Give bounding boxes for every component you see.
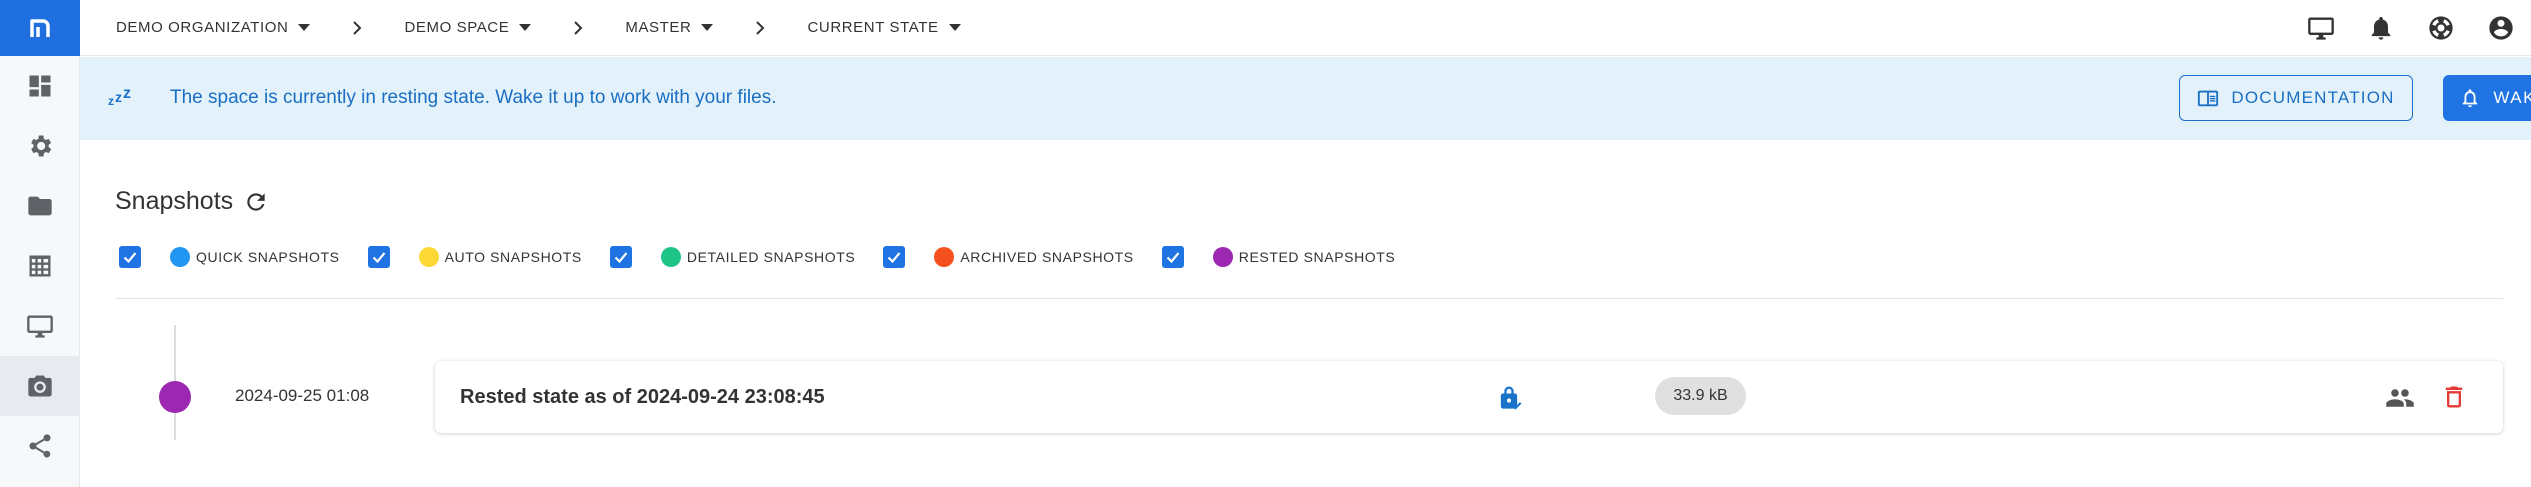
people-icon [2386, 389, 2414, 407]
table-icon [29, 255, 51, 277]
filter-label: ARCHIVED SNAPSHOTS [960, 249, 1134, 265]
share-users-button[interactable] [2385, 383, 2415, 413]
delete-button[interactable] [2440, 383, 2468, 411]
documentation-label: DOCUMENTATION [2231, 88, 2395, 107]
sidebar-item-dashboard[interactable] [0, 56, 80, 116]
documentation-button[interactable]: DOCUMENTATION [2179, 75, 2413, 121]
snapshot-date: 2024-09-25 01:08 [235, 386, 370, 405]
sidebar-item-snapshots[interactable] [0, 356, 80, 416]
folder-icon [28, 196, 52, 216]
notifications-button[interactable] [2351, 0, 2411, 56]
breadcrumb-label: CURRENT STATE [807, 19, 939, 36]
bell-outline-icon [2463, 89, 2478, 108]
share-icon [29, 434, 51, 458]
snapshot-card[interactable]: Rested state as of 2024-09-24 23:08:45 3… [435, 361, 2503, 433]
filter-label: DETAILED SNAPSHOTS [686, 249, 856, 265]
snapshot-filters: QUICK SNAPSHOTS AUTO SNAPSHOTS DETAILED … [119, 243, 1423, 271]
dashboard-icon [29, 75, 51, 97]
support-icon [2429, 16, 2453, 40]
breadcrumb-label: DEMO ORGANIZATION [116, 19, 289, 36]
check-icon [888, 252, 901, 264]
checkbox[interactable] [119, 246, 141, 268]
checkbox[interactable] [609, 246, 632, 268]
resting-state-banner: zzz The space is currently in resting st… [80, 57, 2531, 140]
chevron-right-icon [753, 20, 767, 35]
sidebar-item-files[interactable] [0, 176, 80, 236]
app-logo[interactable] [0, 0, 80, 56]
monitor-icon [2308, 17, 2334, 40]
caret-down-icon [948, 24, 961, 31]
refresh-icon[interactable] [243, 189, 269, 215]
settings-icon [31, 135, 52, 157]
breadcrumb-space[interactable]: DEMO SPACE [404, 19, 532, 36]
sidebar-item-settings[interactable] [0, 116, 80, 176]
breadcrumb-label: DEMO SPACE [404, 19, 510, 36]
camera-icon [28, 375, 52, 397]
workspace-button[interactable] [2291, 0, 2351, 56]
page-title: Snapshots [115, 187, 234, 215]
banner-message: The space is currently in resting state.… [170, 87, 777, 108]
checkbox[interactable] [1161, 246, 1184, 268]
detailed-dot [660, 247, 681, 267]
filter-quick[interactable]: QUICK SNAPSHOTS [119, 246, 340, 268]
filter-detailed[interactable]: DETAILED SNAPSHOTS [609, 246, 856, 268]
account-button[interactable] [2471, 0, 2531, 56]
wake-up-label: WAKE UP [2493, 88, 2531, 107]
sidebar-item-tables[interactable] [0, 236, 80, 296]
caret-down-icon [298, 24, 311, 31]
breadcrumb-state[interactable]: CURRENT STATE [807, 19, 961, 36]
breadcrumb-branch[interactable]: MASTER [625, 19, 714, 36]
monitor-icon [27, 315, 53, 338]
wake-up-button[interactable]: WAKE UP [2443, 75, 2531, 121]
quick-dot [170, 247, 190, 267]
support-button[interactable] [2411, 0, 2471, 56]
breadcrumb-organization[interactable]: DEMO ORGANIZATION [116, 19, 311, 36]
snapshots-heading: Snapshots [115, 187, 269, 216]
filter-label: AUTO SNAPSHOTS [444, 249, 582, 265]
checkbox[interactable] [883, 246, 906, 268]
auto-dot [418, 247, 439, 267]
lock-icon [1495, 383, 1523, 411]
sleep-icon: zzz [108, 85, 132, 108]
filter-auto[interactable]: AUTO SNAPSHOTS [367, 246, 582, 268]
filter-rested[interactable]: RESTED SNAPSHOTS [1161, 246, 1396, 268]
top-bar: DEMO ORGANIZATION DEMO SPACE MASTER CURR… [80, 0, 2531, 56]
timeline-dot-rested [159, 381, 191, 413]
sidebar [0, 0, 80, 487]
archived-dot [934, 247, 955, 267]
bell-icon [2371, 16, 2391, 40]
filter-label: RESTED SNAPSHOTS [1238, 249, 1396, 265]
checkbox[interactable] [367, 246, 390, 268]
snapshot-title: Rested state as of 2024-09-24 23:08:45 [460, 386, 825, 408]
logo-icon [30, 19, 50, 37]
caret-down-icon [701, 24, 714, 31]
filter-label: QUICK SNAPSHOTS [196, 249, 340, 265]
top-bar-actions [2291, 0, 2531, 56]
check-icon [123, 252, 137, 264]
caret-down-icon [519, 24, 532, 31]
sidebar-item-share[interactable] [0, 416, 80, 476]
account-icon [2489, 16, 2513, 40]
book-icon [2198, 90, 2219, 107]
check-icon [1166, 252, 1180, 264]
check-icon [614, 252, 628, 264]
size-badge: 33.9 kB [1655, 377, 1746, 415]
divider [115, 298, 2503, 299]
trash-icon [2445, 386, 2463, 408]
breadcrumb-label: MASTER [625, 19, 692, 36]
chevron-right-icon [571, 20, 585, 35]
check-icon [372, 252, 385, 264]
chevron-right-icon [350, 20, 364, 35]
rested-dot [1212, 247, 1233, 267]
sidebar-item-workspaces[interactable] [0, 296, 80, 356]
filter-archived[interactable]: ARCHIVED SNAPSHOTS [883, 246, 1133, 268]
